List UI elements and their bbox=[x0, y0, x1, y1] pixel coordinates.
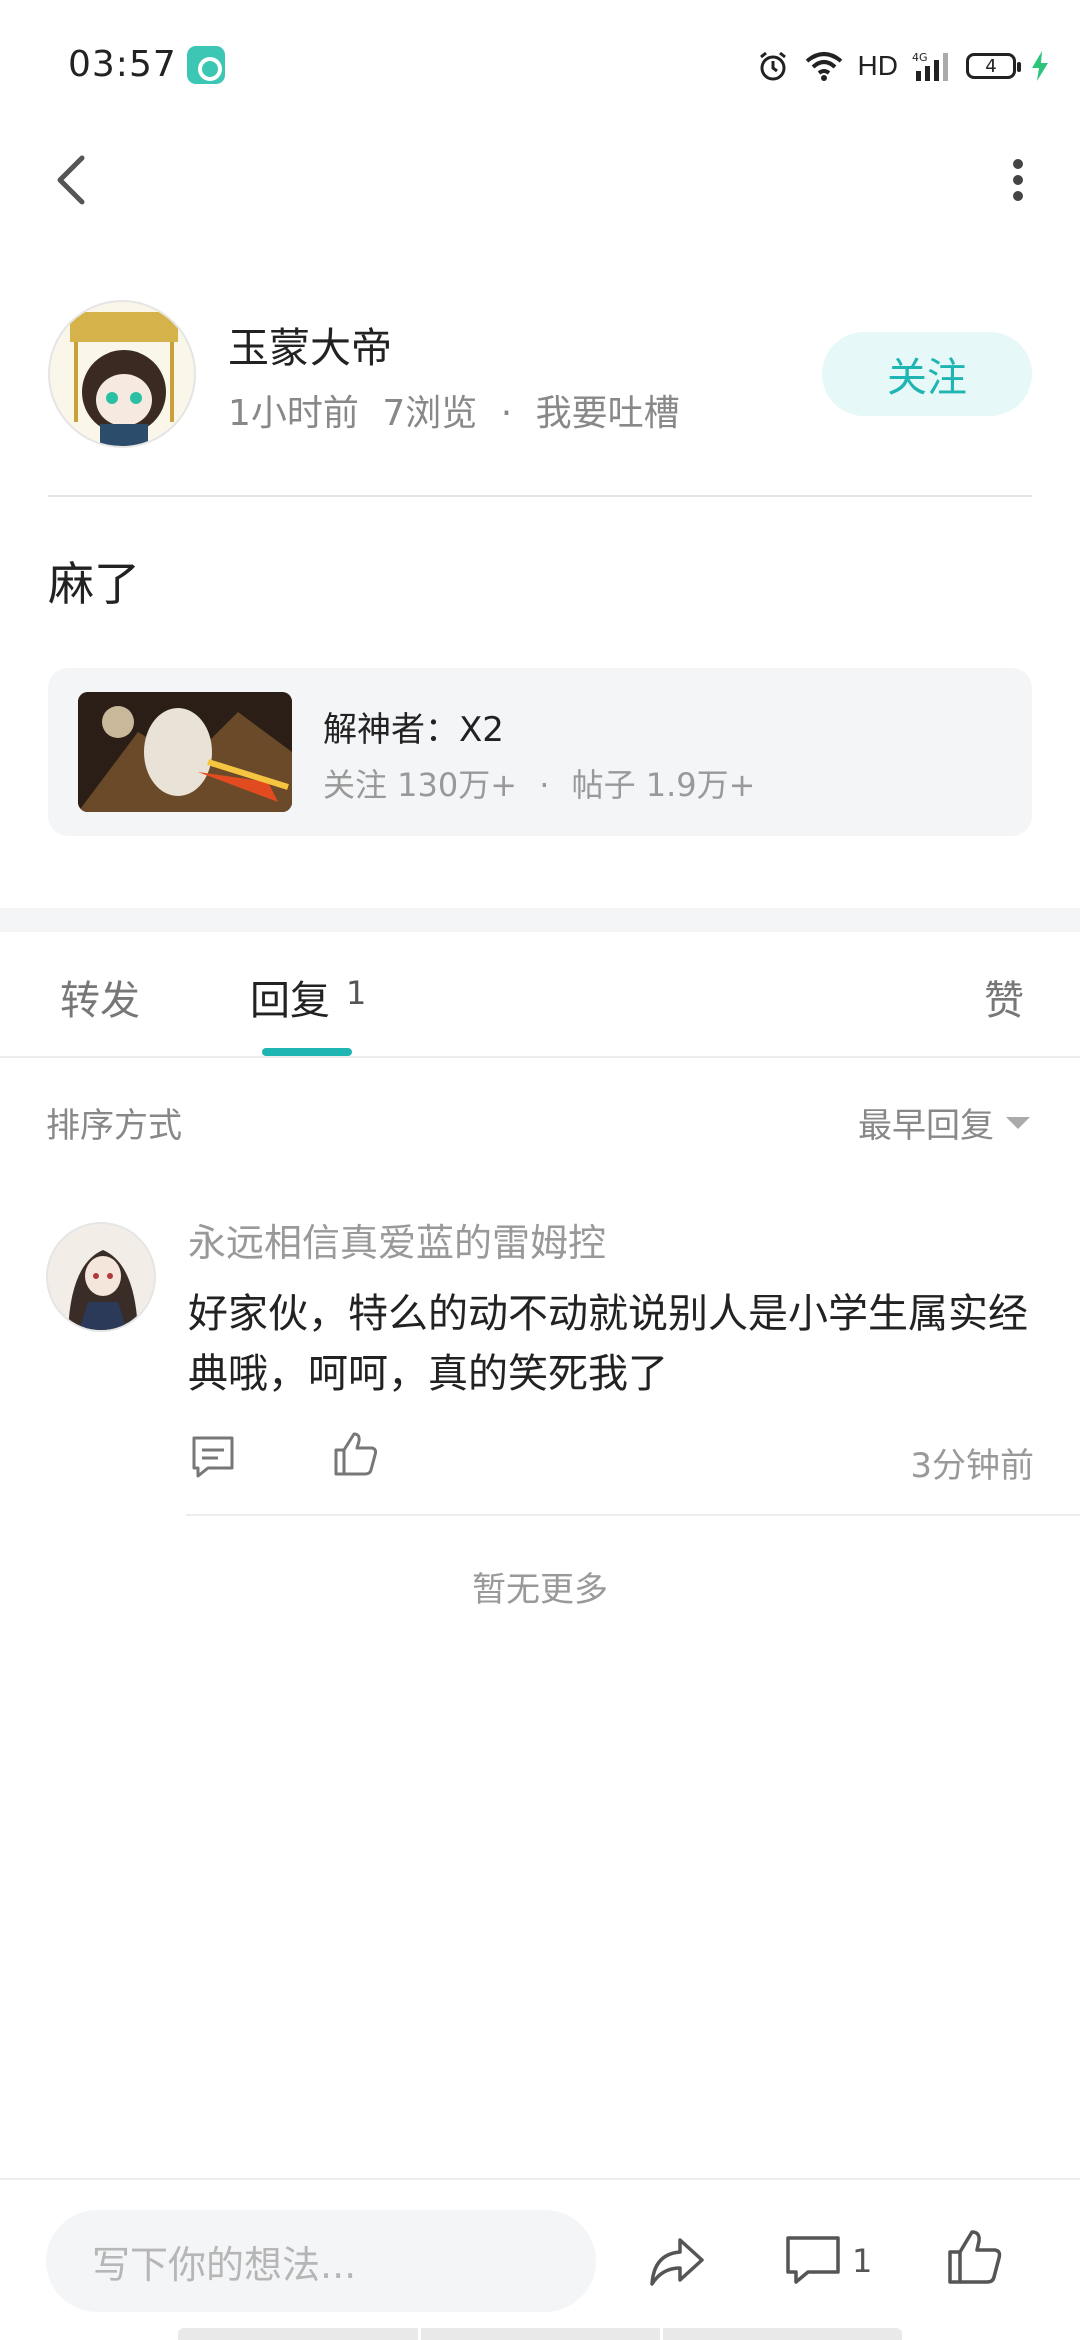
sort-label: 排序方式 bbox=[46, 1106, 182, 1146]
back-button[interactable] bbox=[40, 148, 104, 212]
game-thumbnail bbox=[78, 692, 292, 812]
tab-repost[interactable]: 转发 bbox=[60, 968, 140, 1026]
app-notification-icon bbox=[187, 46, 225, 84]
comment-count: 1 bbox=[852, 2242, 873, 2280]
more-button[interactable] bbox=[986, 148, 1050, 212]
interaction-tabs: 转发 回复 1 赞 bbox=[0, 932, 1080, 1056]
commenter-name[interactable]: 永远相信真爱蓝的雷姆控 bbox=[188, 1212, 606, 1267]
author-header: 玉蒙大帝 1小时前 7浏览 · 我要吐槽 关注 bbox=[48, 300, 1032, 450]
more-vertical-icon bbox=[1013, 159, 1023, 201]
divider bbox=[0, 2178, 1080, 2180]
post-views: 7浏览 bbox=[382, 393, 478, 434]
follow-button[interactable]: 关注 bbox=[822, 332, 1032, 416]
cell-signal-icon: 4G bbox=[912, 49, 952, 83]
tab-like[interactable]: 赞 bbox=[984, 968, 1024, 1026]
no-more-text: 暂无更多 bbox=[472, 1570, 608, 1610]
comment-input[interactable]: 写下你的想法... bbox=[46, 2210, 596, 2312]
game-stats: 关注 130万+ · 帖子 1.9万+ bbox=[323, 760, 755, 806]
divider bbox=[0, 1056, 1080, 1058]
divider bbox=[186, 1514, 1080, 1516]
wifi-icon bbox=[804, 49, 844, 83]
post-meta: 1小时前 7浏览 · 我要吐槽 bbox=[228, 384, 680, 436]
reply-icon[interactable] bbox=[188, 1432, 240, 1484]
game-followers: 关注 130万+ bbox=[323, 766, 518, 804]
divider bbox=[48, 495, 1032, 497]
status-bar: 03:57 HD 4G 4 bbox=[0, 0, 1080, 130]
reply-count: 1 bbox=[346, 974, 367, 1012]
section-gap bbox=[0, 908, 1080, 932]
svg-text:4G: 4G bbox=[912, 51, 928, 64]
thumbs-up-icon[interactable] bbox=[330, 1428, 382, 1480]
meta-separator: · bbox=[500, 393, 513, 434]
author-avatar[interactable] bbox=[48, 300, 196, 448]
status-time: 03:57 bbox=[68, 44, 177, 85]
tab-reply[interactable]: 回复 bbox=[250, 968, 330, 1026]
alarm-icon bbox=[756, 49, 790, 83]
stats-separator: · bbox=[539, 766, 550, 804]
game-card[interactable]: 解神者：X2 关注 130万+ · 帖子 1.9万+ bbox=[48, 668, 1032, 836]
post-category[interactable]: 我要吐槽 bbox=[536, 393, 680, 434]
sort-value: 最早回复 bbox=[858, 1106, 994, 1146]
caret-down-icon bbox=[1006, 1116, 1030, 1129]
sort-dropdown[interactable]: 最早回复 bbox=[858, 1098, 1030, 1147]
comment-icon[interactable] bbox=[782, 2230, 844, 2292]
comment-text: 好家伙，特么的动不动就说别人是小学生属实经典哦，呵呵，真的笑死我了 bbox=[188, 1291, 1028, 1397]
battery-icon: 4 bbox=[966, 53, 1021, 79]
gesture-bar bbox=[178, 2328, 902, 2340]
active-tab-indicator bbox=[262, 1048, 352, 1056]
author-name[interactable]: 玉蒙大帝 bbox=[228, 314, 392, 374]
chevron-left-icon bbox=[57, 155, 85, 205]
network-type-label: HD bbox=[857, 50, 898, 81]
top-nav bbox=[0, 130, 1080, 230]
post-content: 麻了 bbox=[48, 557, 140, 611]
game-posts: 帖子 1.9万+ bbox=[571, 766, 756, 804]
thumbs-up-icon[interactable] bbox=[944, 2226, 1006, 2288]
commenter-avatar[interactable] bbox=[46, 1222, 156, 1332]
share-icon[interactable] bbox=[646, 2230, 708, 2292]
charging-icon bbox=[1030, 49, 1050, 83]
post-time: 1小时前 bbox=[228, 393, 359, 434]
comment-time: 3分钟前 bbox=[910, 1446, 1034, 1486]
game-name: 解神者：X2 bbox=[323, 710, 504, 750]
status-icons: HD 4G 4 bbox=[756, 46, 1050, 86]
